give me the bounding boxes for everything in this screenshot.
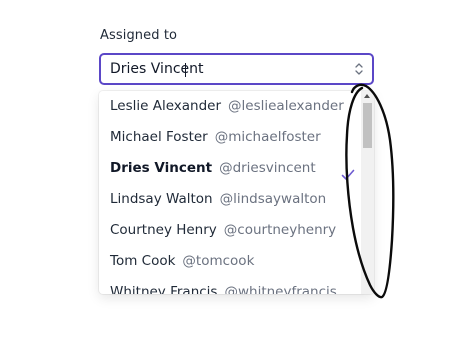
chevron-up-down-icon[interactable] [352, 60, 366, 78]
option-handle: @lindsaywalton [219, 191, 327, 207]
option-handle: @whitneyfrancis [224, 284, 337, 294]
option-handle: @courtneyhenry [223, 222, 337, 238]
option-dries-vincent[interactable]: Dries Vincent @driesvincent [99, 153, 361, 184]
option-handle: @tomcook [182, 253, 255, 269]
option-michael-foster[interactable]: Michael Foster @michaelfoster [99, 122, 361, 153]
option-tom-cook[interactable]: Tom Cook @tomcook [99, 246, 361, 277]
option-handle: @lesliealexander [228, 98, 344, 114]
option-name: Leslie Alexander [110, 98, 222, 114]
assignee-combobox[interactable] [99, 53, 374, 85]
assigned-to-label: Assigned to [100, 28, 178, 43]
option-name: Whitney Francis [110, 284, 218, 294]
option-handle: @driesvincent [219, 160, 316, 176]
option-name: Dries Vincent [110, 160, 213, 176]
text-cursor [185, 63, 186, 77]
assignee-listbox: Leslie Alexander @lesliealexander Michael… [99, 91, 374, 294]
option-name: Courtney Henry [110, 222, 217, 238]
option-leslie-alexander[interactable]: Leslie Alexander @lesliealexander [99, 91, 361, 122]
option-courtney-henry[interactable]: Courtney Henry @courtneyhenry [99, 215, 361, 246]
listbox-scrollbar[interactable] [361, 91, 374, 294]
option-name: Michael Foster [110, 129, 208, 145]
scroll-up-arrow-icon[interactable] [364, 94, 370, 98]
scrollbar-thumb[interactable] [363, 103, 372, 148]
option-name: Lindsay Walton [110, 191, 213, 207]
assignee-input[interactable] [110, 55, 340, 83]
assignee-combobox-screen: Assigned to Leslie Alexander @lesliealexa… [0, 0, 474, 362]
checkmark-icon [341, 162, 355, 180]
option-handle: @michaelfoster [214, 129, 321, 145]
option-name: Tom Cook [110, 253, 176, 269]
option-lindsay-walton[interactable]: Lindsay Walton @lindsaywalton [99, 184, 361, 215]
option-whitney-francis[interactable]: Whitney Francis @whitneyfrancis [99, 277, 361, 294]
options-list: Leslie Alexander @lesliealexander Michael… [99, 91, 361, 294]
